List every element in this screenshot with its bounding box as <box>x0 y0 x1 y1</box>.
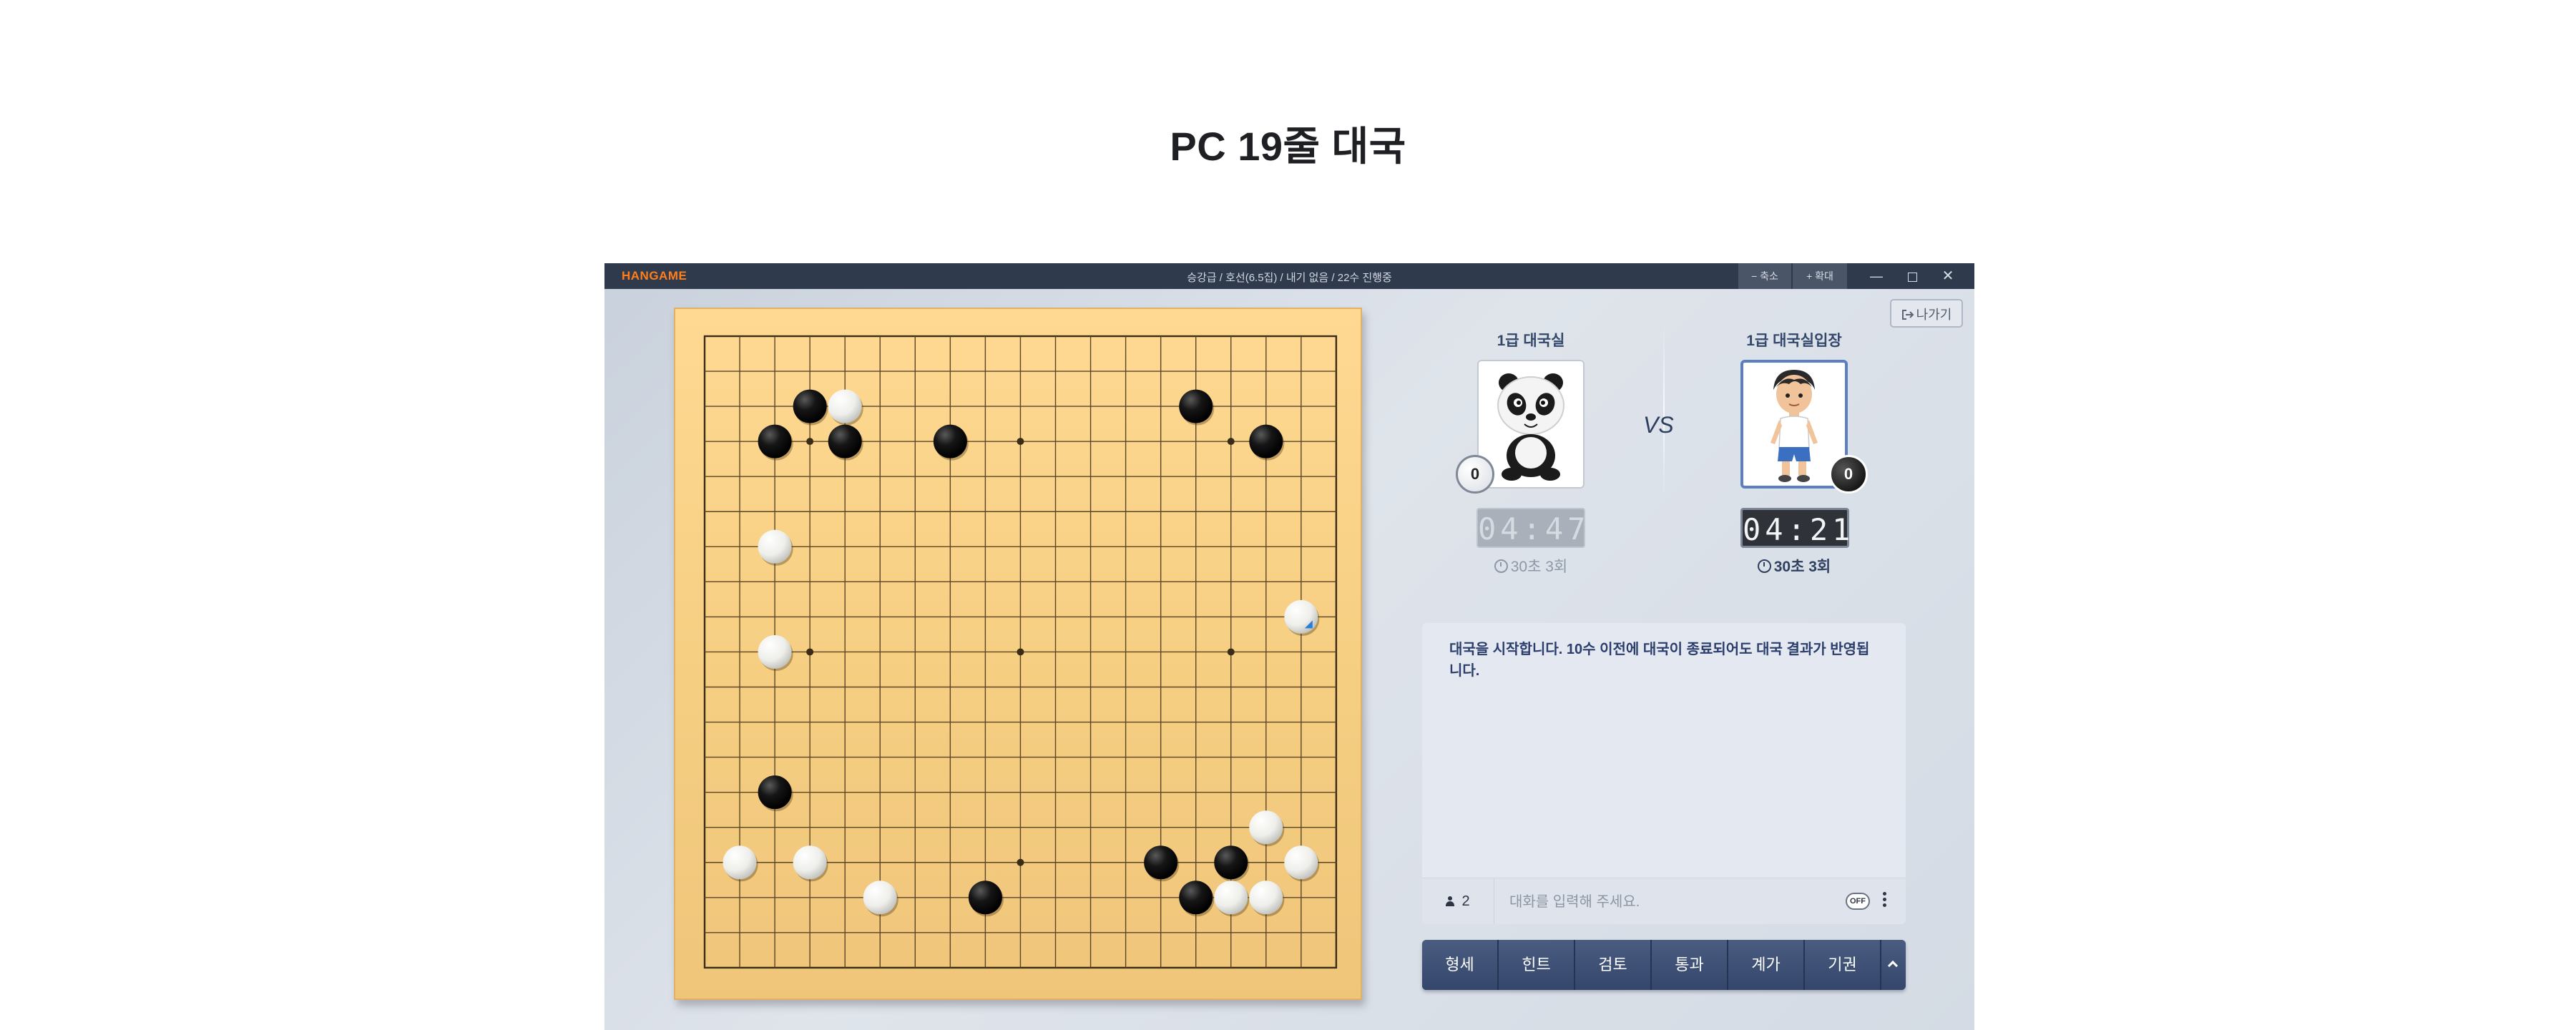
right-byoyomi: 30초 3회 <box>1723 555 1866 577</box>
chat-message: 대국을 시작합니다. 10수 이전에 대국이 종료되어도 대국 결과가 반영됩니… <box>1449 642 1870 679</box>
expand-button[interactable]: + 확대 <box>1793 263 1847 289</box>
maximize-button[interactable] <box>1898 263 1926 289</box>
clock-icon <box>1757 559 1771 573</box>
shrink-button[interactable]: − 축소 <box>1738 263 1791 289</box>
black-stone <box>758 424 793 461</box>
chat-input[interactable] <box>1508 888 1847 916</box>
white-stone <box>863 881 898 917</box>
minimize-button[interactable]: — <box>1862 263 1891 289</box>
viewer-count-value: 2 <box>1461 893 1470 909</box>
more-options-icon[interactable] <box>1880 890 1889 913</box>
right-player-name: 1급 대국실입장 <box>1746 333 1842 349</box>
clock-icon <box>1494 559 1508 573</box>
chat-input-bar: 2 OFF <box>1422 878 1906 924</box>
pass-button[interactable]: 통과 <box>1652 940 1728 990</box>
resign-button[interactable]: 기권 <box>1805 940 1881 990</box>
black-stone <box>1179 881 1215 917</box>
maximize-icon <box>1907 272 1917 282</box>
white-stone <box>1214 881 1250 917</box>
game-window: HANGAME 승강급 / 호선(6.5집) / 내기 없음 / 22수 진행중… <box>604 263 1974 1030</box>
black-stone <box>1214 845 1250 882</box>
white-stone <box>1284 599 1320 636</box>
action-bar: 형세 힌트 검토 통과 계가 기권 <box>1422 940 1906 990</box>
board-grid[interactable] <box>675 309 1361 999</box>
star-point <box>806 648 814 656</box>
black-stone <box>1249 424 1285 461</box>
white-stone <box>1249 881 1285 917</box>
vs-label: VS <box>1643 412 1674 438</box>
chat-off-toggle[interactable]: OFF <box>1846 893 1870 910</box>
panda-icon <box>1497 373 1564 481</box>
chat-panel: 대국을 시작합니다. 10수 이전에 대국이 종료되어도 대국 결과가 반영됩니… <box>1422 623 1906 924</box>
left-captures-badge: 0 <box>1456 455 1494 494</box>
person-icon <box>1446 896 1455 906</box>
white-stone <box>828 389 863 426</box>
white-stone <box>758 529 793 566</box>
right-captures-badge: 0 <box>1829 455 1868 494</box>
star-point <box>1017 648 1024 656</box>
left-byoyomi: 30초 3회 <box>1459 555 1602 577</box>
white-stone <box>1249 810 1285 847</box>
go-board[interactable] <box>674 308 1362 1000</box>
viewer-count[interactable]: 2 <box>1422 878 1494 924</box>
left-byoyomi-label: 30초 3회 <box>1510 559 1568 575</box>
exit-icon <box>1901 310 1914 320</box>
status-button[interactable]: 형세 <box>1422 940 1499 990</box>
black-stone <box>758 775 793 812</box>
white-stone <box>793 845 828 882</box>
star-point <box>806 438 814 446</box>
chevron-up-icon <box>1887 960 1899 971</box>
page-title: PC 19줄 대국 <box>1170 124 1406 169</box>
star-point <box>1227 648 1235 656</box>
close-button[interactable]: ✕ <box>1932 263 1964 289</box>
exit-button[interactable]: 나가기 <box>1890 299 1963 328</box>
black-stone <box>1144 845 1180 882</box>
left-player-name: 1급 대국실 <box>1497 333 1565 349</box>
star-point <box>1227 438 1235 446</box>
black-stone <box>968 881 1004 917</box>
player-divider <box>1663 322 1665 501</box>
white-stone <box>758 634 793 671</box>
count-button[interactable]: 계가 <box>1728 940 1805 990</box>
left-timer: 04:47 <box>1476 508 1585 548</box>
right-timer: 04:21 <box>1740 508 1850 548</box>
black-stone <box>933 424 969 461</box>
right-byoyomi-label: 30초 3회 <box>1773 559 1831 575</box>
star-point <box>1017 438 1024 446</box>
black-stone <box>793 389 828 426</box>
title-bar: HANGAME 승강급 / 호선(6.5집) / 내기 없음 / 22수 진행중… <box>604 263 1974 289</box>
white-stone <box>1284 845 1320 882</box>
black-stone <box>1179 389 1215 426</box>
hint-button[interactable]: 힌트 <box>1499 940 1575 990</box>
review-button[interactable]: 검토 <box>1575 940 1652 990</box>
expand-actions-button[interactable] <box>1881 940 1906 990</box>
black-stone <box>828 424 863 461</box>
star-point <box>1017 858 1024 866</box>
exit-label: 나가기 <box>1916 308 1952 322</box>
white-stone <box>723 845 758 882</box>
